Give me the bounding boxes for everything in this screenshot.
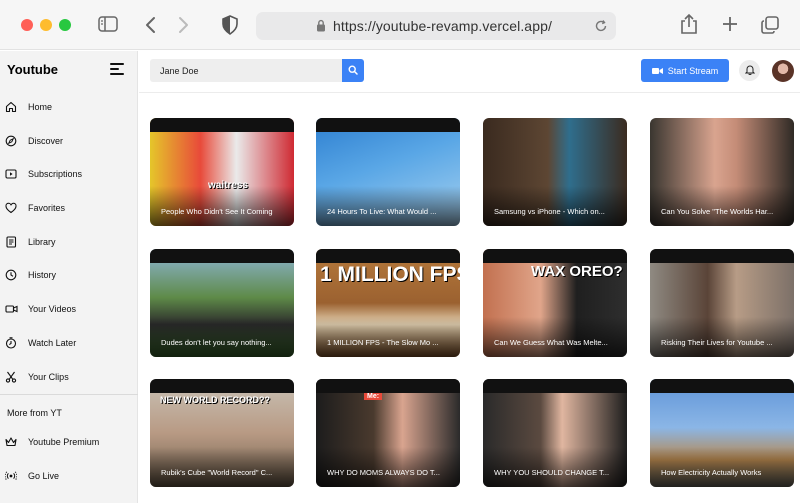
- sidebar-item-label: Subscriptions: [28, 169, 83, 179]
- start-stream-label: Start Stream: [667, 65, 719, 76]
- sidebar-item-favorites[interactable]: Favorites: [0, 194, 138, 222]
- forward-icon[interactable]: [178, 16, 190, 34]
- search-input[interactable]: [150, 59, 342, 82]
- video-title: WHY DO MOMS ALWAYS DO T...: [327, 468, 440, 477]
- share-icon[interactable]: [680, 13, 698, 35]
- video-card[interactable]: waitress People Who Didn't See It Coming: [150, 118, 294, 226]
- sidebar-item-discover[interactable]: Discover: [0, 127, 138, 155]
- video-card[interactable]: 1 MILLION FPS 1 MILLION FPS - The Slow M…: [316, 249, 460, 357]
- sidebar-item-label: History: [28, 270, 57, 280]
- video-card[interactable]: WAX OREO? Can We Guess What Was Melte...: [483, 249, 627, 357]
- shield-icon[interactable]: [222, 15, 238, 35]
- brand-logo[interactable]: Youtube: [7, 62, 58, 77]
- sidebar-item-label: Your Clips: [28, 372, 69, 382]
- video-title: Can You Solve "The Worlds Har...: [661, 207, 774, 216]
- video-card[interactable]: WHY YOU SHOULD CHANGE T...: [483, 379, 627, 487]
- sidebar-divider: [0, 394, 138, 395]
- play-box-icon: [3, 166, 19, 182]
- video-card[interactable]: NEW WORLD RECORD?? Rubik's Cube "World R…: [150, 379, 294, 487]
- video-card[interactable]: How Electricity Actually Works: [650, 379, 794, 487]
- video-card[interactable]: Dudes don't let you say nothing...: [150, 249, 294, 357]
- video-title: Samsung vs iPhone - Which on...: [494, 207, 605, 216]
- search-button[interactable]: [342, 59, 364, 82]
- video-title: Dudes don't let you say nothing...: [161, 338, 272, 347]
- thumbnail-text: Me:: [364, 393, 383, 400]
- address-bar[interactable]: https://youtube-revamp.vercel.app/: [256, 12, 616, 40]
- video-title: Can We Guess What Was Melte...: [494, 338, 608, 347]
- clock-icon: [3, 335, 19, 351]
- start-stream-button[interactable]: Start Stream: [641, 59, 729, 82]
- video-title: Rubik's Cube "World Record" C...: [161, 468, 273, 477]
- tab-overview-icon[interactable]: [761, 16, 779, 34]
- avatar[interactable]: [772, 60, 794, 82]
- video-card[interactable]: 24 Hours To Live: What Would ...: [316, 118, 460, 226]
- notifications-button[interactable]: [739, 60, 760, 81]
- sidebar-item-label: Your Videos: [28, 304, 77, 314]
- sidebar-item-library[interactable]: Library: [0, 228, 138, 256]
- more-from-yt-heading: More from YT: [7, 408, 62, 418]
- sidebar-item-history[interactable]: History: [0, 261, 138, 289]
- sidebar-item-label: Home: [28, 102, 53, 112]
- video-title: Risking Their Lives for Youtube ...: [661, 338, 773, 347]
- video-card[interactable]: Can You Solve "The Worlds Har...: [650, 118, 794, 226]
- header: Start Stream: [139, 51, 800, 93]
- video-card[interactable]: Samsung vs iPhone - Which on...: [483, 118, 627, 226]
- video-camera-icon: [651, 67, 663, 75]
- search-icon: [348, 62, 358, 80]
- sidebar-item-subscriptions[interactable]: Subscriptions: [0, 160, 138, 188]
- thumbnail-text: NEW WORLD RECORD??: [160, 395, 270, 405]
- bell-icon: [744, 62, 755, 80]
- sidebar-item-label: Watch Later: [28, 338, 77, 348]
- sidebar-toggle-icon[interactable]: [98, 16, 118, 32]
- sidebar-item-your-videos[interactable]: Your Videos: [0, 295, 138, 323]
- reload-icon[interactable]: [594, 19, 608, 38]
- back-icon[interactable]: [144, 16, 156, 34]
- sidebar-item-label: Youtube Premium: [28, 437, 100, 447]
- library-icon: [3, 234, 19, 250]
- video-camera-icon: [3, 301, 19, 317]
- video-title: How Electricity Actually Works: [661, 468, 762, 477]
- minimize-window-button[interactable]: [40, 19, 52, 31]
- sidebar-item-your-clips[interactable]: Your Clips: [0, 363, 138, 391]
- compass-icon: [3, 133, 19, 149]
- scissors-icon: [3, 369, 19, 385]
- lock-icon: [316, 19, 326, 37]
- sidebar-item-label: Favorites: [28, 203, 66, 213]
- video-card[interactable]: Risking Their Lives for Youtube ...: [650, 249, 794, 357]
- sidebar-item-label: Discover: [28, 136, 64, 146]
- history-icon: [3, 267, 19, 283]
- thumbnail-text: WAX OREO?: [531, 263, 623, 280]
- url-text: https://youtube-revamp.vercel.app/: [333, 18, 552, 34]
- browser-toolbar: https://youtube-revamp.vercel.app/: [0, 0, 800, 50]
- video-title: WHY YOU SHOULD CHANGE T...: [494, 468, 610, 477]
- sidebar: Youtube Home Discover Subscriptions Favo…: [0, 51, 138, 503]
- thumbnail-text: 1 MILLION FPS: [320, 263, 460, 286]
- video-title: 1 MILLION FPS - The Slow Mo ...: [327, 338, 439, 347]
- maximize-window-button[interactable]: [59, 19, 71, 31]
- sidebar-item-label: Go Live: [28, 471, 60, 481]
- video-title: People Who Didn't See It Coming: [161, 207, 273, 216]
- sidebar-item-home[interactable]: Home: [0, 93, 138, 121]
- sidebar-item-label: Library: [28, 237, 56, 247]
- new-tab-icon[interactable]: [722, 16, 738, 32]
- sidebar-item-watch-later[interactable]: Watch Later: [0, 329, 138, 357]
- video-card[interactable]: Me: WHY DO MOMS ALWAYS DO T...: [316, 379, 460, 487]
- sidebar-item-go-live[interactable]: Go Live: [0, 462, 138, 490]
- heart-icon: [3, 200, 19, 216]
- crown-icon: [3, 434, 19, 450]
- menu-icon[interactable]: [110, 63, 124, 75]
- broadcast-icon: [3, 468, 19, 484]
- home-icon: [3, 99, 19, 115]
- close-window-button[interactable]: [21, 19, 33, 31]
- video-title: 24 Hours To Live: What Would ...: [327, 207, 437, 216]
- sidebar-item-youtube-premium[interactable]: Youtube Premium: [0, 428, 138, 456]
